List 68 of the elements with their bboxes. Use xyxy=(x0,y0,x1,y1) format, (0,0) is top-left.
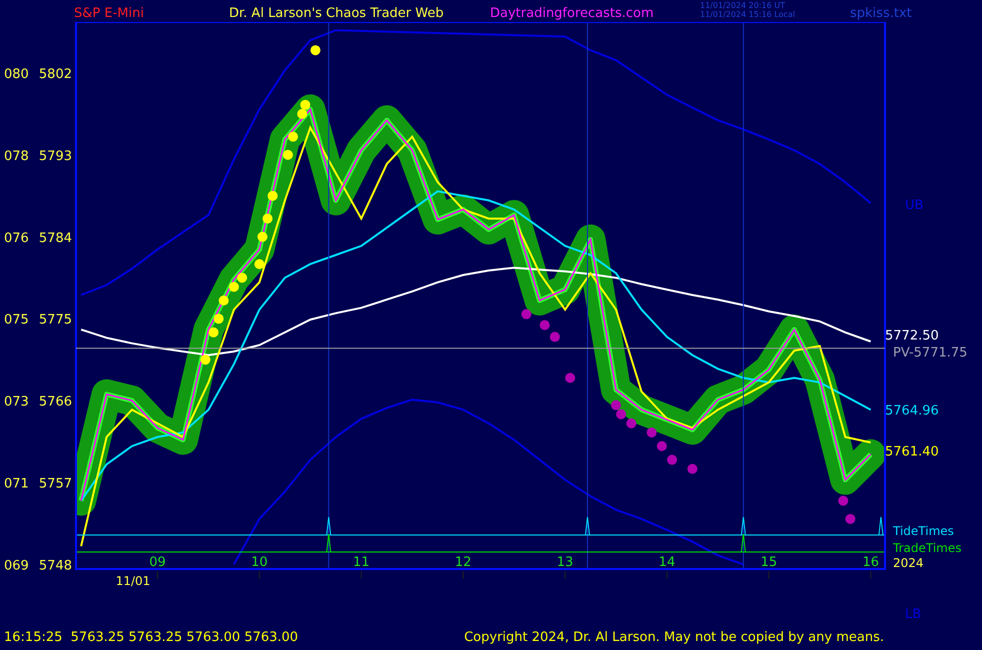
signal-dot xyxy=(214,314,224,324)
y-axis-code: 073 xyxy=(4,394,29,410)
page-title: Dr. Al Larson's Chaos Trader Web xyxy=(229,5,444,23)
signal-dot xyxy=(257,232,268,242)
y-axis-label: 5793 xyxy=(38,148,72,164)
file-name: spkiss.txt xyxy=(850,5,912,23)
signal-dot xyxy=(237,272,248,283)
signal-dot xyxy=(667,454,678,465)
x-axis-label: 12 xyxy=(454,555,472,570)
pivot-label: PV-5771.75 xyxy=(893,345,968,360)
symbol-label: S&P E-Mini xyxy=(74,5,144,23)
copyright-notice: Copyright 2024, Dr. Al Larson. May not be copied by any means. xyxy=(464,629,884,647)
band-label: LB xyxy=(905,607,922,622)
signal-dot xyxy=(611,400,622,410)
signal-dot xyxy=(550,332,560,342)
signal-dot xyxy=(656,441,667,452)
quote-readout: 16:15:25 5763.25 5763.25 5763.00 5763.00 xyxy=(4,629,298,647)
signal-dot xyxy=(288,132,298,142)
y-axis-label: 5766 xyxy=(38,394,72,410)
signal-dot xyxy=(838,496,848,506)
signal-dot xyxy=(616,409,626,420)
x-axis-label: 10 xyxy=(251,555,268,570)
signal-dot xyxy=(646,427,657,438)
y-axis-code: 078 xyxy=(4,148,29,164)
signal-dot xyxy=(268,190,278,201)
signal-dot xyxy=(845,514,856,524)
series-value-label: 5764.96 xyxy=(885,404,939,419)
y-axis-code: 076 xyxy=(4,230,29,246)
signal-dot xyxy=(626,418,636,428)
signal-dot xyxy=(687,464,698,474)
trade-times-label: TradeTimes xyxy=(893,541,962,555)
signal-dot xyxy=(521,309,532,320)
signal-dot xyxy=(200,354,210,365)
signal-dot xyxy=(262,214,273,224)
x-axis-label: 15 xyxy=(760,555,778,570)
y-axis-code: 069 xyxy=(4,558,29,574)
year-label: 2024 xyxy=(893,556,924,570)
signal-dot xyxy=(254,259,264,270)
signal-dot xyxy=(282,150,293,160)
x-axis-label: 16 xyxy=(862,555,879,570)
y-axis-label: 5802 xyxy=(38,66,72,82)
y-axis-label: 5784 xyxy=(38,230,72,246)
series-value-label: 5772.50 xyxy=(885,328,939,344)
x-axis-label: 13 xyxy=(556,555,574,570)
signal-dot xyxy=(228,282,239,292)
y-axis-code: 075 xyxy=(4,312,29,328)
x-axis-label: 09 xyxy=(149,555,166,570)
x-axis-label: 11 xyxy=(353,555,370,570)
signal-dot xyxy=(297,108,308,119)
signal-dot xyxy=(208,327,219,338)
signal-dot xyxy=(540,320,550,330)
y-axis-code: 071 xyxy=(4,476,29,492)
signal-dot xyxy=(218,296,229,306)
signal-dot xyxy=(310,45,320,56)
timestamp-ut: 11/01/2024 20:16 UT xyxy=(700,1,785,10)
y-axis-label: 5757 xyxy=(38,476,72,492)
site-link[interactable]: Daytradingforecasts.com xyxy=(490,4,654,24)
series-value-label: 5761.40 xyxy=(885,444,939,460)
signal-dot xyxy=(565,372,576,383)
date-label: 11/01 xyxy=(116,574,150,588)
x-axis-label: 14 xyxy=(658,555,676,570)
timestamp-local: 11/01/2024 15:16 Local xyxy=(700,10,795,19)
y-axis-label: 5775 xyxy=(38,312,72,328)
y-axis-code: 080 xyxy=(4,66,29,82)
signal-dot xyxy=(300,100,310,110)
y-axis-label: 5748 xyxy=(38,558,72,574)
tide-times-label: TideTimes xyxy=(893,524,954,538)
band-label: UB xyxy=(905,198,924,214)
